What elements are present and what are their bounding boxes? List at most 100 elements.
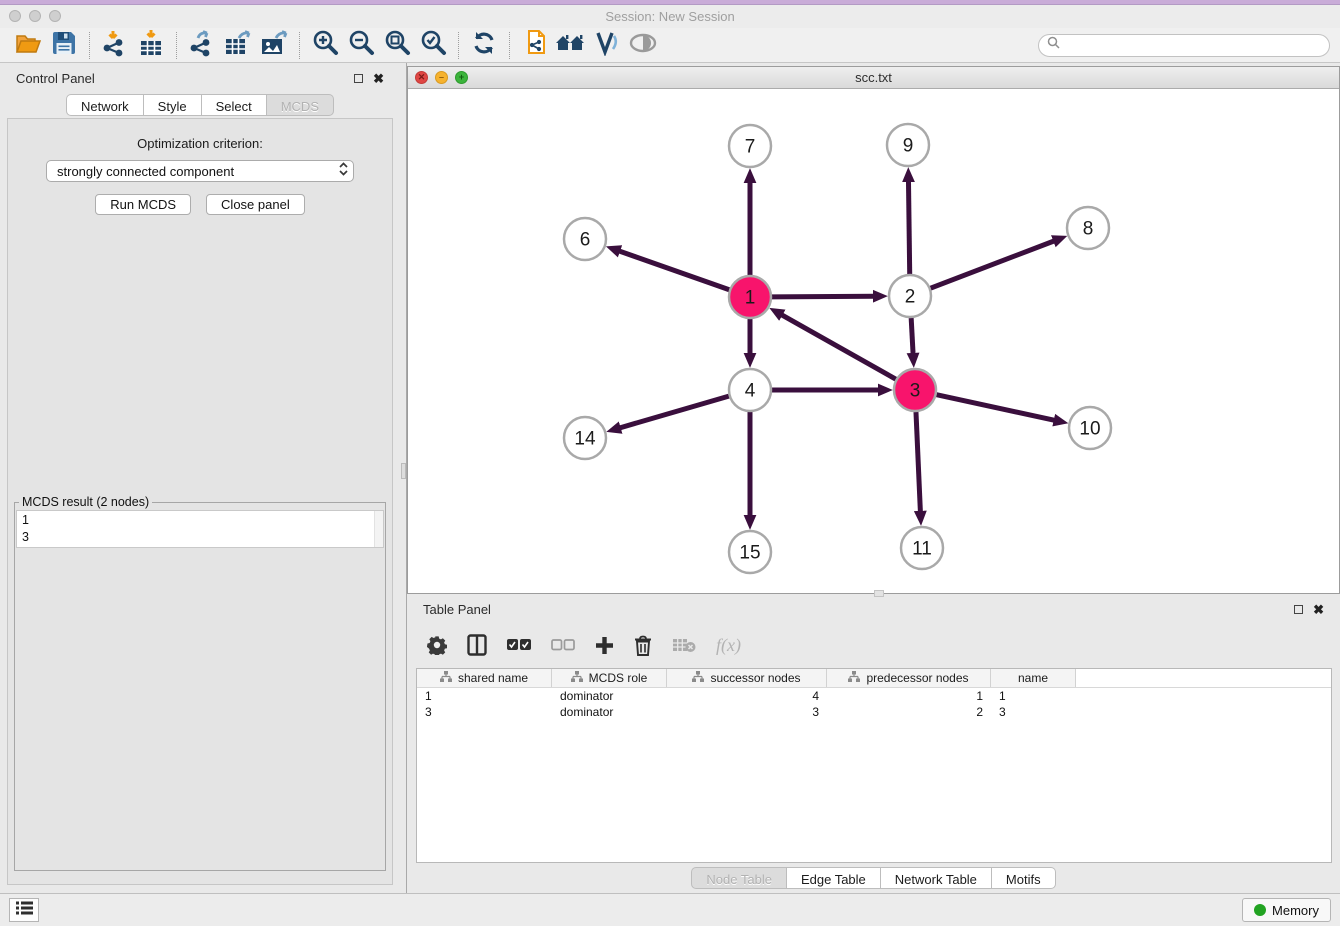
node-table[interactable]: shared nameMCDS rolesuccessor nodesprede… [416,668,1332,863]
cell-name[interactable]: 1 [991,688,1076,704]
column-header-mcds-role[interactable]: MCDS role [552,669,667,687]
maximize-window-icon[interactable] [49,10,61,22]
home-neighbors-button[interactable] [553,30,589,61]
tab-select[interactable]: Select [202,94,267,116]
close-window-icon[interactable] [9,10,21,22]
network-from-selection-button[interactable] [517,30,553,61]
tab-edge-table[interactable]: Edge Table [787,867,881,889]
cell-shared-name[interactable]: 3 [417,704,552,720]
export-image-button[interactable] [256,30,292,61]
graph-edge-2-8[interactable] [931,240,1056,288]
node-label: 14 [574,429,596,450]
graph-node-8[interactable]: 8 [1067,207,1109,249]
deselect-all-checkboxes-icon[interactable] [551,639,575,651]
function-builder-icon[interactable]: f(x) [716,635,741,656]
minimize-window-icon[interactable] [29,10,41,22]
column-header-name[interactable]: name [991,669,1076,687]
export-network-button[interactable] [184,30,220,61]
graph-edge-3-10[interactable] [936,395,1055,421]
import-table-button[interactable] [133,30,169,61]
graph-node-1[interactable]: 1 [729,276,771,318]
graph-node-4[interactable]: 4 [729,369,771,411]
open-session-button[interactable] [10,30,46,61]
tab-network-table[interactable]: Network Table [881,867,992,889]
select-all-checkboxes-icon[interactable] [507,639,531,651]
fit-content-button[interactable] [379,30,415,61]
tab-network[interactable]: Network [66,94,144,116]
columns-icon[interactable] [467,634,487,656]
mcds-result-group: MCDS result (2 nodes) 1 3 [14,495,386,871]
float-table-panel-icon[interactable] [1294,605,1303,614]
delete-table-icon[interactable] [672,637,696,653]
cell-predecessor-nodes[interactable]: 1 [827,688,991,704]
graph-node-9[interactable]: 9 [887,124,929,166]
column-header-shared-name[interactable]: shared name [417,669,552,687]
network-window-titlebar[interactable]: ✕ – + scc.txt [408,67,1339,89]
cell-successor-nodes[interactable]: 4 [667,688,827,704]
graph-node-6[interactable]: 6 [564,218,606,260]
tab-node-table[interactable]: Node Table [691,867,787,889]
save-session-button[interactable] [46,30,82,61]
close-panel-icon[interactable]: ✖ [373,72,384,85]
network-graph[interactable]: 7 9 6 8 1 2 4 3 14 10 15 11 [408,89,1339,593]
column-header-successor-nodes[interactable]: successor nodes [667,669,827,687]
graph-edge-1-6[interactable] [618,251,729,290]
graph-node-3[interactable]: 3 [894,369,936,411]
zoom-out-button[interactable] [343,30,379,61]
column-header-predecessor-nodes[interactable]: predecessor nodes [827,669,991,687]
tab-motifs[interactable]: Motifs [992,867,1056,889]
graph-node-11[interactable]: 11 [901,527,943,569]
splitter-grip[interactable] [401,463,406,479]
memory-button[interactable]: Memory [1242,898,1331,922]
task-history-button[interactable] [9,898,39,922]
tab-style[interactable]: Style [144,94,202,116]
cell-shared-name[interactable]: 1 [417,688,552,704]
cell-predecessor-nodes[interactable]: 2 [827,704,991,720]
trash-icon[interactable] [634,635,652,656]
close-table-panel-icon[interactable]: ✖ [1313,603,1324,616]
graph-edge-4-14[interactable] [619,396,729,428]
float-panel-icon[interactable] [354,74,363,83]
show-details-button[interactable] [625,30,661,61]
graph-node-7[interactable]: 7 [729,125,771,167]
zoom-in-button[interactable] [307,30,343,61]
search-input[interactable] [1065,38,1321,52]
table-row-2[interactable]: 3dominator323 [417,704,1331,720]
run-mcds-button[interactable]: Run MCDS [95,194,191,215]
graph-edge-1-2[interactable] [772,296,875,297]
graph-node-14[interactable]: 14 [564,417,606,459]
export-table-button[interactable] [220,30,256,61]
graph-node-2[interactable]: 2 [889,275,931,317]
network-canvas[interactable]: 7 9 6 8 1 2 4 3 14 10 15 11 [408,89,1339,593]
import-network-button[interactable] [97,30,133,61]
select-stepper-icon [338,161,349,182]
result-scrollbar[interactable] [374,511,383,547]
graph-edge-2-9[interactable] [908,180,909,274]
horizontal-splitter-grip[interactable] [874,590,884,597]
close-network-icon[interactable]: ✕ [415,71,428,84]
add-icon[interactable] [595,636,614,655]
graph-edge-3-11[interactable] [916,412,920,513]
graph-edge-3-1[interactable] [780,314,895,379]
cell-name[interactable]: 3 [991,704,1076,720]
gear-icon[interactable] [427,635,447,655]
vizmapper-icon [593,30,621,61]
tab-mcds[interactable]: MCDS [267,94,334,116]
graph-node-10[interactable]: 10 [1069,407,1111,449]
control-panel-tabs: NetworkStyleSelectMCDS [0,94,400,118]
refresh-layout-button[interactable] [466,30,502,61]
graph-node-15[interactable]: 15 [729,531,771,573]
table-row-1[interactable]: 1dominator411 [417,688,1331,704]
zoom-selected-button[interactable] [415,30,451,61]
minimize-network-icon[interactable]: – [435,71,448,84]
criterion-select[interactable]: strongly connected component [46,160,354,182]
panel-splitter[interactable] [400,63,407,893]
close-panel-button[interactable]: Close panel [206,194,305,215]
cell-mcds-role[interactable]: dominator [552,704,667,720]
graph-edge-2-3[interactable] [911,318,913,355]
cell-mcds-role[interactable]: dominator [552,688,667,704]
cell-successor-nodes[interactable]: 3 [667,704,827,720]
mcds-result-box[interactable]: 1 3 [16,510,384,548]
zoom-network-icon[interactable]: + [455,71,468,84]
vizmapper-button[interactable] [589,30,625,61]
